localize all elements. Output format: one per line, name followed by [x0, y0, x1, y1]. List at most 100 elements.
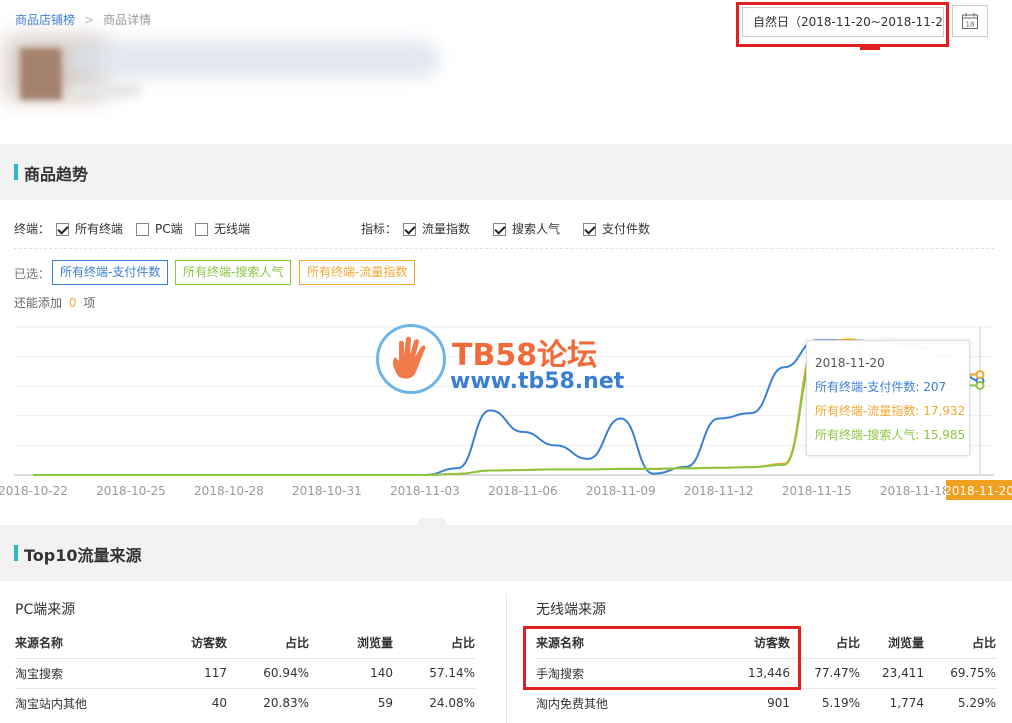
cell-pageviews: 1,774: [860, 687, 924, 718]
x-tick-label: 2018-11-03: [390, 484, 460, 498]
date-range-highlight-tab: [860, 45, 880, 50]
product-title-blurred: [70, 40, 440, 78]
x-tick-label: 2018-11-09: [586, 484, 656, 498]
panel-divider: [506, 594, 507, 723]
metric-traffic-checkbox[interactable]: 流量指数: [403, 220, 470, 237]
metric-payment-label: 支付件数: [602, 222, 651, 236]
checkbox-checked-icon: [583, 223, 596, 236]
checkbox-unchecked-icon: [136, 223, 149, 236]
product-subtitle-blurred: [70, 82, 140, 98]
breadcrumb: 商品店铺榜 > 商品详情: [15, 11, 151, 28]
cell-visitors: 901: [646, 687, 790, 718]
selected-tag-traffic[interactable]: 所有终端-流量指数: [299, 260, 416, 285]
table-header-row: 来源名称 访客数 占比 浏览量 占比: [15, 628, 475, 658]
metric-filter-label: 指标：: [361, 222, 398, 236]
pc-sources-table: 来源名称 访客数 占比 浏览量 占比 淘宝搜索 117 60.94% 140 5…: [15, 628, 475, 718]
x-tick-label: 2018-11-15: [782, 484, 852, 498]
breadcrumb-current: 商品详情: [103, 13, 152, 27]
series-point-2[interactable]: [975, 380, 985, 390]
mobile-top-row-highlight: [523, 626, 801, 690]
col-source-name[interactable]: 来源名称: [15, 628, 135, 658]
cell-pageviews: 59: [309, 687, 393, 718]
cell-pageview-share: 57.14%: [393, 657, 475, 688]
col-pageview-share[interactable]: 占比: [393, 628, 475, 658]
x-tick-label: 2018-11-06: [488, 484, 558, 498]
cell-pageview-share: 24.08%: [393, 687, 475, 718]
col-visitor-share[interactable]: 占比: [227, 628, 309, 658]
checkbox-checked-icon: [403, 223, 416, 236]
trend-section-header: 商品趋势: [0, 144, 1012, 200]
date-range-highlight: [736, 2, 949, 47]
mobile-sources-title: 无线端来源: [536, 602, 606, 618]
metric-search-checkbox[interactable]: 搜索人气: [493, 220, 560, 237]
cell-source: 淘宝站内其他: [15, 687, 135, 718]
top10-section-title: Top10流量来源: [24, 546, 142, 565]
cell-visitor-share: 60.94%: [227, 657, 309, 688]
tooltip-date: 2018-11-20: [815, 356, 885, 370]
hand-icon: [392, 336, 426, 379]
selected-label: 已选：: [14, 267, 51, 281]
add-more-text: 还能添加 0 项: [14, 294, 95, 311]
x-tick-label: 2018-10-28: [194, 484, 264, 498]
metric-traffic-label: 流量指数: [422, 222, 471, 236]
top10-section-header: Top10流量来源: [0, 525, 1012, 581]
col-visitors[interactable]: 访客数: [135, 628, 227, 658]
cell-pageviews: 23,411: [860, 657, 924, 688]
table-row[interactable]: 淘内免费其他 901 5.19% 1,774 5.29%: [536, 687, 996, 718]
cell-source: 淘内免费其他: [536, 687, 646, 718]
tooltip-row-traffic: 所有终端-流量指数: 17,932: [815, 404, 966, 418]
filter-divider: [14, 248, 994, 249]
watermark-url: www.tb58.net: [450, 369, 625, 394]
x-tick-label: 2018-11-12: [684, 484, 754, 498]
terminal-pc-checkbox[interactable]: PC端: [136, 220, 183, 237]
x-tick-label: 2018-11-20: [944, 484, 1012, 498]
checkbox-unchecked-icon: [195, 223, 208, 236]
table-row[interactable]: 淘宝站内其他 40 20.83% 59 24.08%: [15, 687, 475, 718]
col-pageviews[interactable]: 浏览量: [860, 628, 924, 658]
selected-tag-search[interactable]: 所有终端-搜索人气: [175, 260, 292, 285]
metric-payment-checkbox[interactable]: 支付件数: [583, 220, 650, 237]
cell-pageviews: 140: [309, 657, 393, 688]
watermark-logo: [376, 324, 446, 394]
add-more-suffix: 项: [83, 296, 96, 310]
watermark-title: TB58论坛: [452, 338, 598, 373]
section-accent-bar: [14, 545, 18, 561]
section-accent-bar: [14, 164, 18, 180]
selected-tag-payment[interactable]: 所有终端-支付件数: [52, 260, 169, 285]
add-more-count: 0: [68, 296, 77, 310]
breadcrumb-separator: >: [84, 13, 95, 27]
terminal-all-checkbox[interactable]: 所有终端: [56, 220, 123, 237]
table-row[interactable]: 淘宝搜索 117 60.94% 140 57.14%: [15, 657, 475, 688]
breadcrumb-home-link[interactable]: 商品店铺榜: [15, 13, 75, 27]
pc-sources-title: PC端来源: [15, 602, 76, 618]
cell-pageview-share: 69.75%: [924, 657, 996, 688]
trend-section-title: 商品趋势: [24, 165, 89, 184]
x-tick-label: 2018-10-31: [292, 484, 362, 498]
terminal-all-label: 所有终端: [75, 222, 124, 236]
calendar-day-text: 18: [966, 21, 975, 29]
tooltip-row-payment: 所有终端-支付件数: 207: [815, 380, 947, 394]
product-thumbnail: [20, 48, 62, 100]
col-pageviews[interactable]: 浏览量: [309, 628, 393, 658]
series-point-1[interactable]: [975, 370, 985, 380]
x-tick-label: 2018-11-18: [880, 484, 950, 498]
terminal-filter-label: 终端：: [14, 222, 51, 236]
calendar-icon: 18: [962, 13, 978, 29]
terminal-pc-label: PC端: [155, 222, 183, 236]
tooltip-row-search: 所有终端-搜索人气: 15,985: [815, 428, 966, 442]
cell-visitor-share: 20.83%: [227, 687, 309, 718]
metric-search-label: 搜索人气: [512, 222, 561, 236]
x-tick-label: 2018-10-22: [0, 484, 68, 498]
cell-source: 淘宝搜索: [15, 657, 135, 688]
calendar-button[interactable]: 18: [952, 5, 988, 37]
terminal-wireless-checkbox[interactable]: 无线端: [195, 220, 250, 237]
x-tick-label: 2018-10-25: [96, 484, 166, 498]
col-pageview-share[interactable]: 占比: [924, 628, 996, 658]
add-more-prefix: 还能添加: [14, 296, 63, 310]
chart-x-axis: 2018-10-22 2018-10-25 2018-10-28 2018-10-31…: [0, 480, 1012, 500]
chart-tooltip: 2018-11-20 所有终端-支付件数: 207 所有终端-流量指数: 17,…: [806, 340, 970, 456]
cell-visitor-share: 5.19%: [790, 687, 860, 718]
cell-visitors: 40: [135, 687, 227, 718]
checkbox-checked-icon: [493, 223, 506, 236]
cell-visitors: 117: [135, 657, 227, 688]
